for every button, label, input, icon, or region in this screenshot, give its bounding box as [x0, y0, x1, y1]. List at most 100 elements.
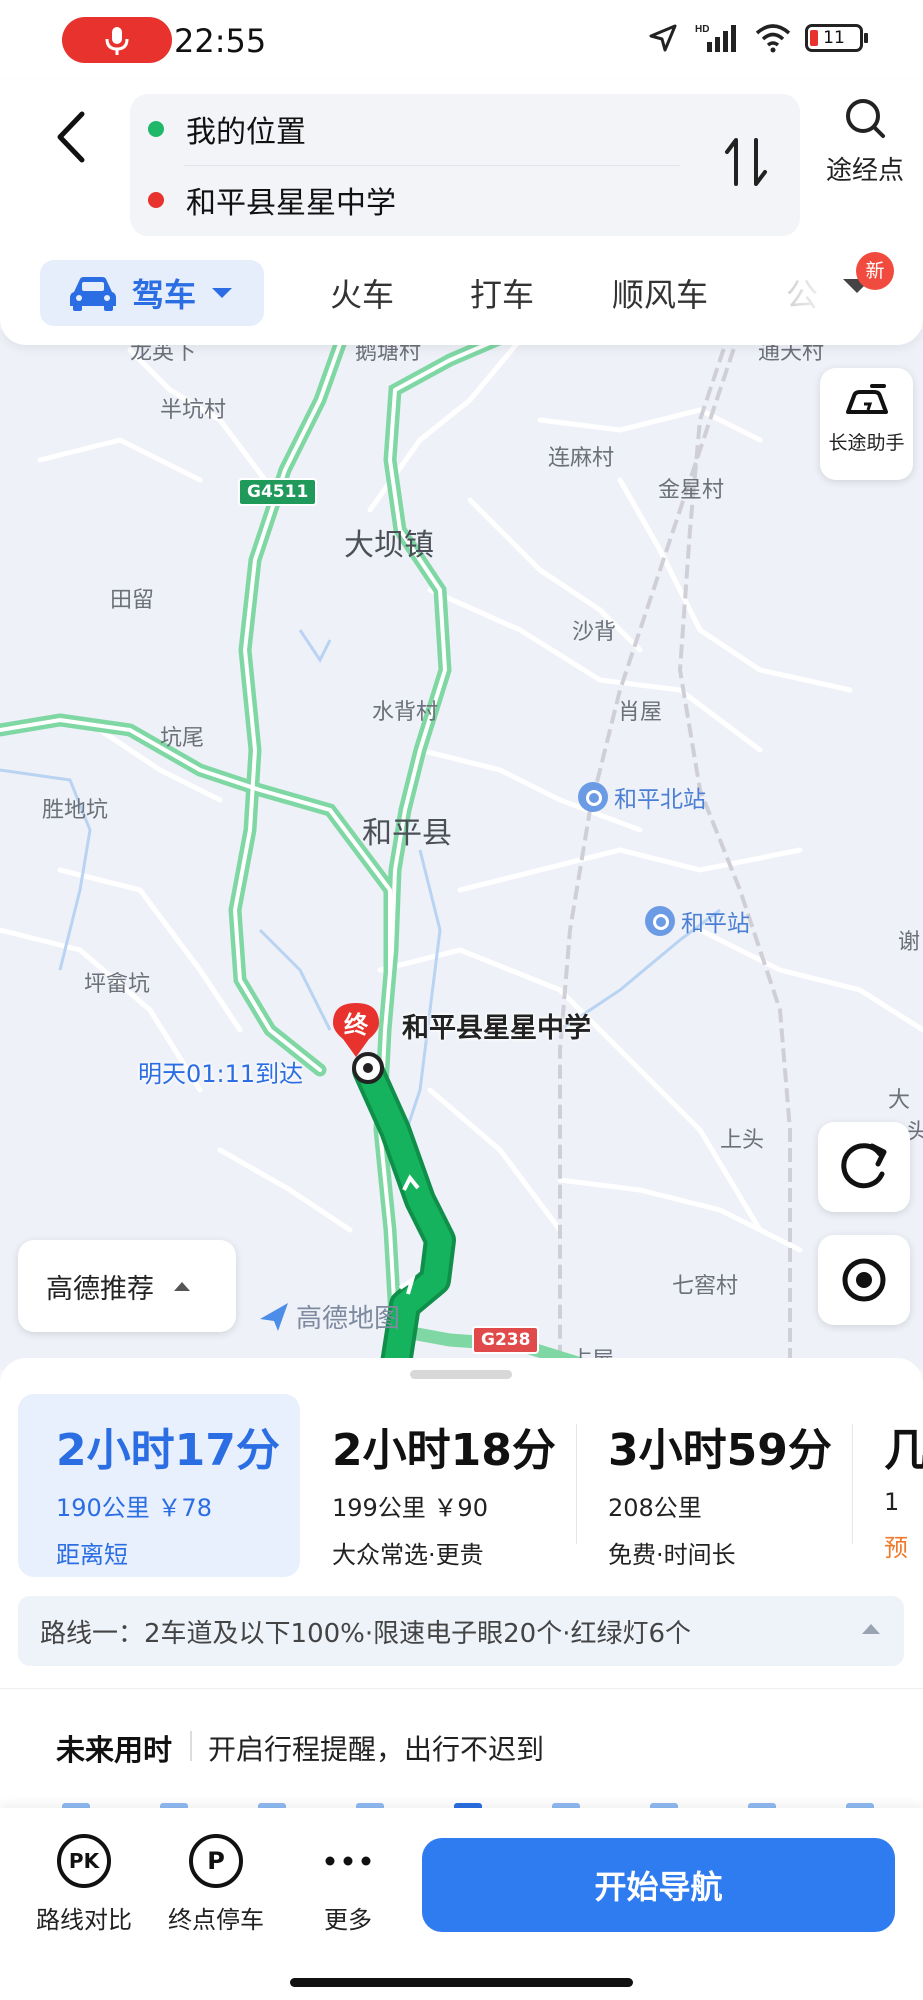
new-badge: 新	[856, 252, 894, 290]
route-tag: 距离短	[56, 1541, 128, 1569]
route-duration: 2小时18分	[332, 1425, 556, 1476]
tab-taxi[interactable]: 打车	[470, 270, 534, 316]
parking-icon: P	[189, 1834, 243, 1888]
route-detail-bar[interactable]: 路线一：2车道及以下100%·限速电子眼20个·红绿灯6个	[18, 1596, 904, 1666]
start-navigation-button[interactable]: 开始导航	[422, 1838, 895, 1932]
svg-text:HD: HD	[695, 24, 709, 35]
map-roads	[0, 330, 923, 1370]
place-label: 沙背	[572, 620, 617, 645]
waypoint-label: 途经点	[825, 156, 904, 186]
destination-field[interactable]: 和平县星星中学	[148, 170, 396, 230]
gaode-logo-icon	[258, 1301, 290, 1333]
tab-drive-label: 驾车	[132, 276, 197, 314]
place-label: 谢	[898, 930, 921, 955]
origin-label: 我的位置	[186, 115, 306, 150]
battery-level: 11	[823, 28, 845, 48]
road-shield: G4511	[238, 478, 318, 506]
trip-reminder-link[interactable]: 开启行程提醒，出行不迟到	[208, 1728, 544, 1768]
route-distance-cost: 190公里 ￥78	[56, 1494, 212, 1522]
more-label: 更多	[324, 1906, 372, 1934]
place-label: 坪畲坑	[84, 972, 151, 997]
destination-dot-icon	[148, 192, 164, 208]
route-duration: 2小时17分	[56, 1425, 280, 1476]
place-label: 半坑村	[160, 398, 227, 423]
pk-icon: PK	[57, 1834, 111, 1888]
destination-pin-icon[interactable]: 终	[333, 1003, 379, 1059]
wifi-icon	[755, 24, 791, 53]
search-icon	[846, 99, 885, 138]
route-card-selected[interactable]: 2小时17分 190公里 ￥78 距离短	[18, 1394, 300, 1577]
locate-me-button[interactable]	[818, 1235, 910, 1325]
waypoint-button[interactable]: 途经点	[815, 94, 915, 187]
train-station-icon	[578, 782, 608, 812]
divider	[190, 1731, 192, 1761]
route-distance-cost: 199公里 ￥90	[332, 1494, 488, 1522]
place-label: 七窖村	[672, 1274, 739, 1299]
divider	[576, 1424, 577, 1544]
swap-icon[interactable]	[722, 132, 770, 192]
origin-destination-box: 我的位置 和平县星星中学	[130, 94, 800, 236]
station-label: 和平站	[681, 911, 750, 937]
refresh-icon	[841, 1143, 887, 1189]
destination-parking-label: 终点停车	[168, 1906, 264, 1934]
route-card[interactable]: 3小时59分 208公里 免费·时间长	[590, 1394, 860, 1577]
tab-train[interactable]: 火车	[330, 270, 394, 316]
route-card[interactable]: 2小时18分 199公里 ￥90 大众常选·更贵	[314, 1394, 584, 1577]
chevron-up-icon	[862, 1624, 880, 1634]
place-label: 金星村	[658, 478, 725, 503]
long-trip-car-icon	[845, 384, 888, 414]
long-trip-helper-button[interactable]: 长途助手	[820, 368, 913, 480]
more-dots-icon	[288, 1834, 408, 1888]
map-view[interactable]: 龙英下 鹅塘村 通天村 半坑村 连麻村 金星村 田留 沙背 水背村 肖屋 坑尾 …	[0, 330, 923, 1370]
destination-parking-button[interactable]: P 终点停车	[156, 1834, 276, 1935]
tab-carpool[interactable]: 顺风车	[612, 270, 708, 316]
recommend-dropdown[interactable]: 高德推荐	[18, 1240, 236, 1332]
place-label: 肖屋	[618, 700, 663, 725]
travel-mode-tabs: 驾车 火车 打车 顺风车 公 新	[0, 250, 923, 330]
location-arrow-icon	[649, 24, 677, 52]
route-cards: 2小时17分 190公里 ￥78 距离短 2小时18分 199公里 ￥90 大众…	[18, 1394, 923, 1579]
place-label: 大	[888, 1088, 911, 1113]
tabs-fade	[760, 260, 840, 320]
station-marker[interactable]: 和平北站	[578, 780, 706, 814]
route-compare-button[interactable]: PK 路线对比	[24, 1834, 144, 1935]
refresh-button[interactable]	[818, 1122, 910, 1212]
divider	[852, 1424, 853, 1544]
clock: 22:55	[174, 22, 267, 60]
route-duration: 几	[884, 1425, 923, 1476]
destination-map-label: 和平县星星中学	[402, 1013, 591, 1044]
origin-field[interactable]: 我的位置	[148, 99, 306, 159]
route-distance-cost: 1	[884, 1488, 900, 1516]
station-marker[interactable]: 和平站	[645, 904, 750, 938]
divider	[184, 165, 680, 166]
destination-pin-text: 终	[344, 1011, 369, 1039]
status-bar: 22:55 HD 11	[0, 0, 923, 80]
back-icon[interactable]	[48, 102, 98, 172]
car-icon	[70, 277, 116, 311]
town-label: 和平县	[362, 816, 452, 851]
route-detail-text: 路线一：2车道及以下100%·限速电子眼20个·红绿灯6个	[40, 1618, 692, 1649]
long-trip-helper-label: 长途助手	[828, 432, 905, 454]
place-label: 胜地坑	[42, 798, 109, 823]
bottom-action-bar: PK 路线对比 P 终点停车 更多 开始导航	[0, 1808, 923, 2000]
future-time-title: 未来用时	[56, 1733, 173, 1767]
route-compare-label: 路线对比	[36, 1906, 132, 1934]
mic-recording-indicator[interactable]	[62, 17, 172, 63]
route-tag: 预	[884, 1534, 908, 1562]
road-shield: G238	[472, 1326, 540, 1354]
battery-icon: 11	[805, 24, 868, 52]
route-card-partial[interactable]: 几 1 预	[866, 1394, 923, 1577]
chevron-down-icon	[212, 288, 233, 298]
sheet-drag-handle[interactable]	[410, 1370, 512, 1379]
mic-icon	[105, 27, 129, 55]
route-duration: 3小时59分	[608, 1425, 832, 1476]
more-button[interactable]: 更多	[288, 1834, 408, 1935]
route-distance-cost: 208公里	[608, 1494, 702, 1522]
place-label: 水背村	[372, 700, 439, 725]
tab-drive[interactable]: 驾车	[40, 260, 264, 326]
destination-label: 和平县星星中学	[186, 186, 396, 221]
home-indicator[interactable]	[290, 1978, 633, 1987]
chevron-up-icon	[174, 1282, 190, 1291]
recommend-label: 高德推荐	[46, 1273, 154, 1305]
place-label: 田留	[110, 588, 155, 613]
